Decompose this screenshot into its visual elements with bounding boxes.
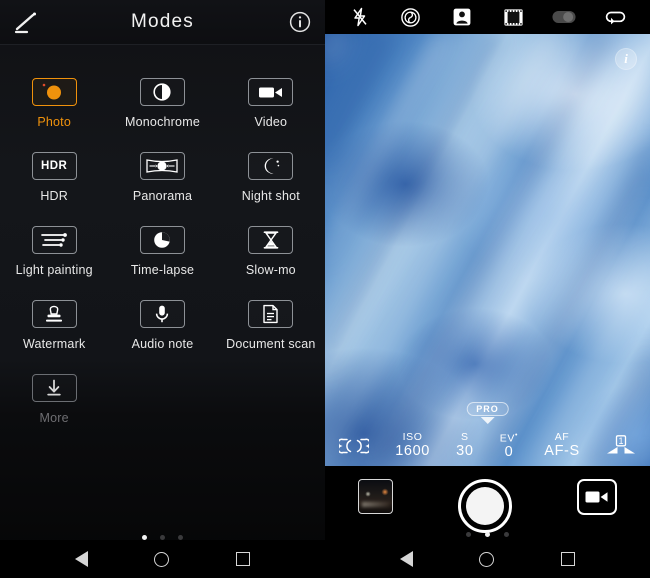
mode-label: Audio note bbox=[131, 337, 194, 351]
mode-item-more[interactable]: More bbox=[0, 374, 108, 426]
mode-label: Watermark bbox=[22, 337, 86, 351]
filmstrip-icon[interactable] bbox=[501, 6, 525, 28]
pro-setting-value: 1600 bbox=[395, 443, 430, 460]
pro-setting-iso[interactable]: ISO 1600 bbox=[395, 432, 430, 459]
download-arrow-icon bbox=[31, 374, 77, 402]
mode-item-night-shot[interactable]: Night shot bbox=[217, 152, 325, 204]
mode-item-video[interactable]: Video bbox=[217, 78, 325, 130]
info-icon[interactable] bbox=[288, 10, 312, 34]
camera-icon bbox=[31, 78, 77, 106]
modes-grid: Photo Monochrome Video HDR HDR Panorama … bbox=[0, 45, 325, 426]
metering-bracket-icon[interactable] bbox=[339, 437, 369, 455]
magic-wand-icon[interactable] bbox=[12, 10, 40, 36]
portrait-icon[interactable] bbox=[450, 6, 474, 28]
info-icon[interactable]: i bbox=[615, 48, 637, 70]
mode-label: Panorama bbox=[132, 189, 193, 203]
mode-item-time-lapse[interactable]: Time-lapse bbox=[108, 226, 216, 278]
pro-setting-key: AF bbox=[554, 431, 570, 444]
home-circle-icon[interactable] bbox=[154, 551, 170, 567]
page-dot[interactable] bbox=[485, 532, 490, 537]
pro-setting-ev[interactable]: EV• 0 bbox=[500, 432, 518, 461]
video-record-button[interactable] bbox=[577, 479, 618, 515]
shutter-button[interactable] bbox=[457, 479, 512, 533]
camera-screen: i PRO ISO 1600 S 30 EV• 0 AF AF-S 1 bbox=[325, 0, 650, 578]
pro-setting-key: S bbox=[461, 431, 469, 444]
stamp-icon bbox=[31, 300, 77, 328]
mode-label: Video bbox=[254, 115, 288, 129]
pro-setting-key: EV• bbox=[499, 431, 519, 445]
mode-item-audio-note[interactable]: Audio note bbox=[108, 300, 216, 352]
hdr-text-icon: HDR bbox=[31, 152, 77, 180]
pro-settings-bar: ISO 1600 S 30 EV• 0 AF AF-S 1 bbox=[325, 426, 650, 466]
toggle-switch-icon[interactable] bbox=[552, 6, 576, 28]
mode-item-hdr[interactable]: HDR HDR bbox=[0, 152, 108, 204]
mode-label: Time-lapse bbox=[130, 263, 195, 277]
mode-label: Night shot bbox=[241, 189, 300, 203]
loop-rotate-icon[interactable] bbox=[603, 6, 627, 28]
gallery-thumbnail[interactable] bbox=[357, 479, 393, 514]
pro-setting-value: 0 bbox=[504, 444, 514, 461]
flash-compensation-icon[interactable]: 1 bbox=[606, 435, 636, 457]
camera-viewfinder[interactable]: i PRO ISO 1600 S 30 EV• 0 AF AF-S 1 bbox=[325, 34, 650, 466]
pie-clock-icon bbox=[139, 226, 185, 254]
pro-setting-value: 30 bbox=[456, 443, 474, 460]
phone-screenshot-pair: Modes Photo Monochrome Video HDR HDR Pan… bbox=[0, 0, 650, 578]
hdr-icon-text: HDR bbox=[40, 160, 68, 172]
mode-label: Slow-mo bbox=[245, 263, 296, 277]
back-triangle-icon[interactable] bbox=[400, 551, 414, 567]
pro-setting-shutter[interactable]: S 30 bbox=[456, 432, 473, 459]
svg-text:1: 1 bbox=[618, 436, 623, 446]
mode-label: Photo bbox=[37, 115, 71, 129]
document-icon bbox=[248, 300, 294, 328]
pro-setting-value: AF-S bbox=[544, 443, 580, 460]
page-dot[interactable] bbox=[504, 532, 509, 537]
microphone-icon bbox=[139, 300, 185, 328]
mode-item-slow-mo[interactable]: Slow-mo bbox=[217, 226, 325, 278]
pro-mode-handle[interactable]: PRO bbox=[466, 402, 509, 424]
mode-item-photo[interactable]: Photo bbox=[0, 78, 108, 130]
pro-badge-label: PRO bbox=[466, 402, 509, 416]
mode-label: Light painting bbox=[15, 263, 93, 277]
mode-item-watermark[interactable]: Watermark bbox=[0, 300, 108, 352]
light-trails-icon bbox=[31, 226, 77, 254]
aperture-icon[interactable] bbox=[399, 6, 423, 28]
flash-off-icon[interactable] bbox=[348, 6, 372, 28]
mode-label: More bbox=[39, 411, 69, 425]
android-navbar-right bbox=[325, 540, 650, 578]
mode-item-light-painting[interactable]: Light painting bbox=[0, 226, 108, 278]
back-triangle-icon[interactable] bbox=[75, 551, 89, 567]
mode-item-monochrome[interactable]: Monochrome bbox=[108, 78, 216, 130]
recents-square-icon[interactable] bbox=[235, 552, 250, 566]
page-title: Modes bbox=[130, 11, 195, 32]
page-dot[interactable] bbox=[466, 532, 471, 537]
video-camera-icon bbox=[248, 78, 294, 106]
mode-item-document-scan[interactable]: Document scan bbox=[217, 300, 325, 352]
modes-screen: Modes Photo Monochrome Video HDR HDR Pan… bbox=[0, 0, 325, 578]
home-circle-icon[interactable] bbox=[479, 551, 495, 567]
page-indicator-dots bbox=[325, 532, 650, 537]
shutter-inner bbox=[465, 487, 504, 525]
pro-setting-key: ISO bbox=[402, 431, 423, 444]
mode-label: Document scan bbox=[226, 337, 316, 351]
recents-square-icon[interactable] bbox=[560, 552, 575, 566]
chevron-down-icon bbox=[480, 417, 495, 424]
android-navbar-left bbox=[0, 540, 325, 578]
contrast-icon bbox=[139, 78, 185, 106]
camera-toolbar bbox=[325, 0, 650, 34]
modes-header: Modes bbox=[0, 0, 325, 45]
mode-label: HDR bbox=[40, 189, 68, 203]
panorama-icon bbox=[139, 152, 185, 180]
hourglass-icon bbox=[248, 226, 294, 254]
moon-stars-icon bbox=[248, 152, 294, 180]
mode-label: Monochrome bbox=[125, 115, 200, 129]
pro-setting-af[interactable]: AF AF-S bbox=[544, 432, 579, 459]
mode-item-panorama[interactable]: Panorama bbox=[108, 152, 216, 204]
